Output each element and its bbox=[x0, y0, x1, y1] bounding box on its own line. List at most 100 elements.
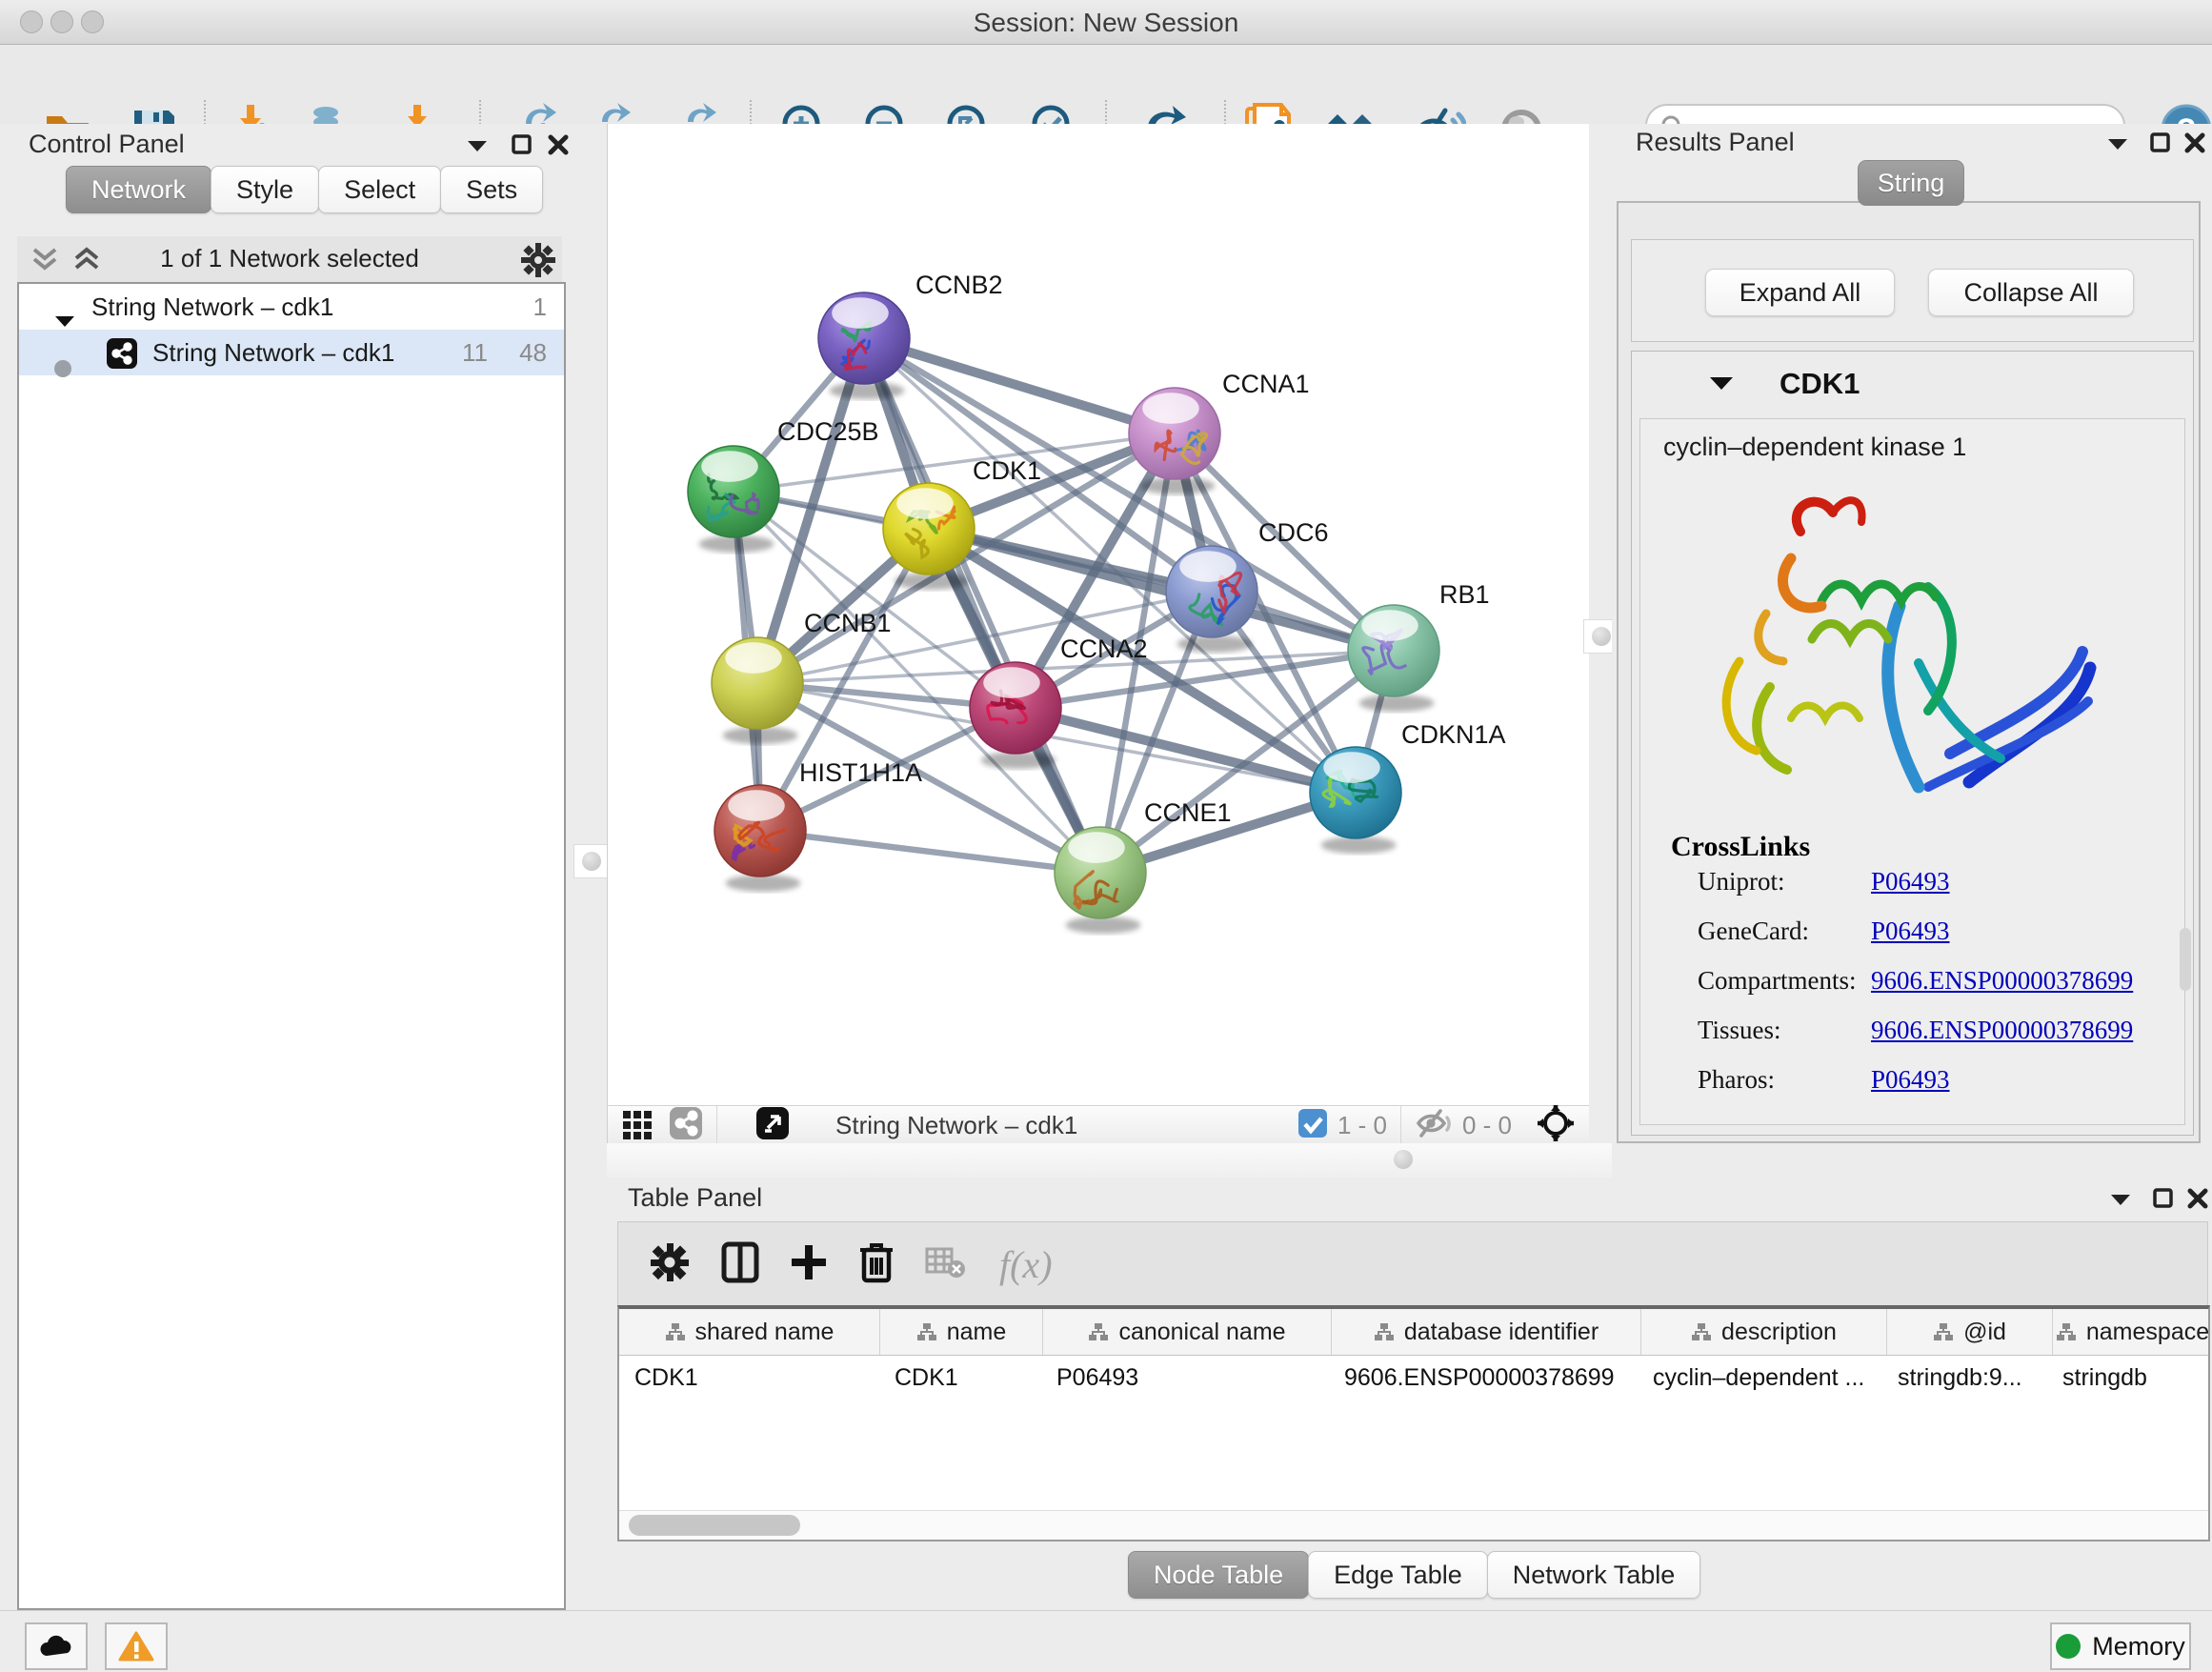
panel-float-icon[interactable] bbox=[511, 133, 533, 161]
column-header-namespace[interactable]: namespace bbox=[2053, 1309, 2212, 1355]
edge-CCNB2-CCNA1[interactable] bbox=[864, 338, 1175, 433]
grid-view-icon[interactable] bbox=[621, 1107, 654, 1144]
crosslink-link[interactable]: P06493 bbox=[1871, 917, 1950, 946]
column-header-description[interactable]: description bbox=[1641, 1309, 1887, 1355]
memory-button[interactable]: Memory bbox=[2050, 1622, 2191, 1670]
panel-menu-icon[interactable] bbox=[2105, 135, 2130, 157]
panel-close-icon[interactable] bbox=[547, 133, 570, 161]
detach-view-icon[interactable] bbox=[755, 1106, 790, 1145]
hidden-eye-icon[interactable] bbox=[1415, 1108, 1453, 1143]
control-panel-tabs: NetworkStyleSelectSets bbox=[67, 166, 543, 213]
node-label-CDC6: CDC6 bbox=[1258, 518, 1329, 547]
results-panel: Results Panel String Expand All Collapse… bbox=[1612, 124, 2212, 1178]
crosslink-link[interactable]: 9606.ENSP00000378699 bbox=[1871, 1016, 2133, 1045]
column-header-database-identifier[interactable]: database identifier bbox=[1332, 1309, 1641, 1355]
show-columns-icon[interactable] bbox=[721, 1241, 759, 1288]
add-column-icon[interactable] bbox=[790, 1241, 828, 1288]
table-header-row: shared namenamecanonical namedatabase id… bbox=[619, 1309, 2208, 1356]
network-row[interactable]: String Network – cdk1 11 48 bbox=[19, 330, 564, 375]
panel-float-icon[interactable] bbox=[2152, 1187, 2175, 1215]
column-header-name[interactable]: name bbox=[880, 1309, 1043, 1355]
birdseye-crosshair-icon[interactable] bbox=[1537, 1104, 1575, 1147]
network-type-icon bbox=[107, 337, 137, 383]
node-label-CCNA1: CCNA1 bbox=[1222, 370, 1310, 398]
tab-node-table[interactable]: Node Table bbox=[1128, 1551, 1309, 1599]
tab-select[interactable]: Select bbox=[318, 166, 441, 213]
hierarchy-icon bbox=[1691, 1322, 1712, 1341]
panel-close-icon[interactable] bbox=[2183, 131, 2206, 159]
node-label-CDC25B: CDC25B bbox=[777, 417, 879, 446]
node-CDKN1A[interactable]: CDKN1A bbox=[1310, 720, 1506, 854]
function-builder-icon[interactable]: f(x) bbox=[999, 1242, 1053, 1287]
table-cell[interactable]: stringdb bbox=[2047, 1355, 2206, 1400]
node-label-CDKN1A: CDKN1A bbox=[1401, 720, 1506, 749]
table-cell[interactable]: 9606.ENSP00000378699 bbox=[1329, 1355, 1638, 1400]
window-status-bar: Memory bbox=[0, 1610, 2212, 1672]
collapse-all-button[interactable]: Collapse All bbox=[1928, 269, 2134, 316]
results-panel-title: Results Panel bbox=[1636, 128, 1795, 157]
table-panel: Table Panel f(x) shared namenamecanonica… bbox=[607, 1178, 2212, 1610]
panel-float-icon[interactable] bbox=[2149, 131, 2172, 159]
column-header--id[interactable]: @id bbox=[1887, 1309, 2053, 1355]
panel-menu-icon[interactable] bbox=[2108, 1191, 2133, 1213]
status-separator bbox=[716, 1106, 717, 1144]
crosslink-link[interactable]: P06493 bbox=[1871, 867, 1950, 896]
crosslinks-title: CrossLinks bbox=[1671, 831, 1810, 863]
right-splitter[interactable] bbox=[1589, 124, 1612, 1143]
column-header-canonical-name[interactable]: canonical name bbox=[1043, 1309, 1332, 1355]
table-row[interactable]: CDK1CDK1P064939606.ENSP00000378699cyclin… bbox=[619, 1355, 2208, 1400]
crosslink-link[interactable]: P06493 bbox=[1871, 1065, 1950, 1095]
edge-HIST1H1A-CCNE1[interactable] bbox=[760, 831, 1100, 873]
control-panel-title: Control Panel bbox=[29, 130, 185, 159]
node-CCNE1[interactable]: CCNE1 bbox=[1055, 798, 1232, 934]
expand-all-button[interactable]: Expand All bbox=[1705, 269, 1895, 316]
warning-button[interactable] bbox=[105, 1622, 168, 1670]
edge-CDK1-RB1[interactable] bbox=[929, 529, 1394, 651]
table-cell[interactable]: CDK1 bbox=[879, 1355, 1041, 1400]
node-label-RB1: RB1 bbox=[1439, 580, 1490, 609]
node-label-CCNB2: CCNB2 bbox=[915, 271, 1003, 299]
canvas-status-bar: String Network – cdk1 1 - 0 0 - 0 bbox=[607, 1105, 1590, 1144]
crosslink-label: Uniprot: bbox=[1698, 867, 1785, 896]
crosslink-row: Pharos:P06493 bbox=[1698, 1065, 2174, 1095]
network-view-icon[interactable] bbox=[669, 1106, 703, 1145]
network-options-gear-icon[interactable] bbox=[520, 242, 556, 283]
table-cell[interactable]: stringdb:9... bbox=[1882, 1355, 2047, 1400]
crosslink-row: GeneCard:P06493 bbox=[1698, 917, 2174, 946]
section-collapse-icon[interactable] bbox=[1708, 374, 1735, 398]
crosslink-label: Compartments: bbox=[1698, 966, 1856, 995]
cloud-button[interactable] bbox=[25, 1622, 88, 1670]
left-splitter[interactable] bbox=[579, 124, 607, 1610]
network-collection-row[interactable]: String Network – cdk1 1 bbox=[19, 284, 564, 330]
network-graph[interactable]: CCNB2CCNA1CDC25BCDK1CDC6RB1CCNB1CCNA2CDK… bbox=[608, 124, 1590, 1105]
table-cell[interactable]: CDK1 bbox=[619, 1355, 879, 1400]
column-header-shared-name[interactable]: shared name bbox=[619, 1309, 880, 1355]
tab-style[interactable]: Style bbox=[211, 166, 319, 213]
crosslink-link[interactable]: 9606.ENSP00000378699 bbox=[1871, 966, 2133, 996]
results-scrollbar[interactable] bbox=[2180, 928, 2191, 991]
table-cell[interactable]: P06493 bbox=[1041, 1355, 1329, 1400]
node-table[interactable]: shared namenamecanonical namedatabase id… bbox=[617, 1305, 2210, 1541]
node-RB1[interactable]: RB1 bbox=[1348, 580, 1490, 712]
node-HIST1H1A[interactable]: HIST1H1A bbox=[714, 758, 922, 892]
node-CDC6[interactable]: CDC6 bbox=[1166, 518, 1329, 653]
clear-table-icon[interactable] bbox=[925, 1245, 967, 1284]
warning-icon bbox=[118, 1631, 154, 1662]
tab-sets[interactable]: Sets bbox=[440, 166, 543, 213]
tab-network-table[interactable]: Network Table bbox=[1487, 1551, 1701, 1599]
delete-column-icon[interactable] bbox=[858, 1240, 895, 1289]
panel-menu-icon[interactable] bbox=[465, 137, 490, 159]
tab-network[interactable]: Network bbox=[66, 166, 211, 213]
network-canvas[interactable]: CCNB2CCNA1CDC25BCDK1CDC6RB1CCNB1CCNA2CDK… bbox=[607, 124, 1590, 1105]
selected-count: 1 - 0 bbox=[1337, 1111, 1387, 1140]
table-cell[interactable]: cyclin–dependent ... bbox=[1638, 1355, 1882, 1400]
hierarchy-icon bbox=[2056, 1322, 2077, 1341]
tab-string[interactable]: String bbox=[1858, 160, 1964, 206]
gene-name: CDK1 bbox=[1780, 367, 1860, 401]
panel-close-icon[interactable] bbox=[2186, 1187, 2209, 1215]
selected-checkbox-icon[interactable] bbox=[1297, 1108, 1328, 1143]
tab-edge-table[interactable]: Edge Table bbox=[1308, 1551, 1488, 1599]
table-settings-gear-icon[interactable] bbox=[649, 1241, 691, 1288]
table-hscrollbar[interactable] bbox=[619, 1510, 2208, 1540]
control-panel: Control Panel NetworkStyleSelectSets 1 o… bbox=[0, 124, 579, 1610]
